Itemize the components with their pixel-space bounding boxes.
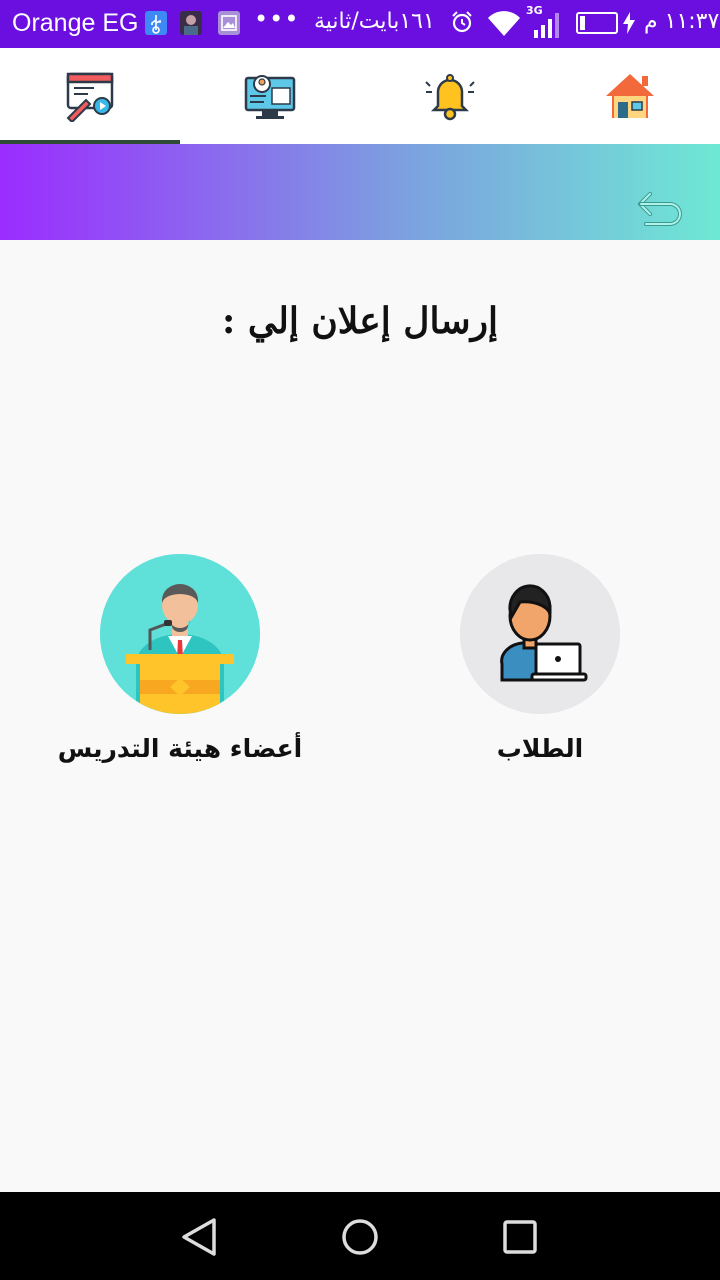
more-notifications-icon: ••• — [254, 5, 300, 33]
nav-recents-icon[interactable] — [495, 1212, 545, 1262]
tab-send-announcement[interactable] — [0, 48, 180, 144]
option-students[interactable]: الطلاب — [380, 554, 680, 784]
clock: ١١:٣٧ م — [644, 9, 720, 34]
option-staff[interactable]: أعضاء هيئة التدريس — [20, 554, 320, 784]
tab-notifications[interactable] — [360, 48, 540, 144]
battery-percentage: ١٤ — [589, 15, 605, 30]
page-title: إرسال إعلان إلي : — [222, 300, 498, 342]
battery-icon: ١٤ — [576, 12, 618, 34]
tab-user-account[interactable] — [180, 48, 360, 144]
student-laptop-icon[interactable] — [460, 554, 620, 714]
back-arrow-icon[interactable] — [636, 188, 686, 234]
home-icon — [604, 70, 656, 122]
charging-icon — [623, 12, 635, 39]
nav-home-icon[interactable] — [335, 1212, 385, 1262]
usb-icon — [145, 11, 167, 35]
status-bar: Orange EG ••• ١٦١بايت/ثانية 3G ١٤ ١١:٣٧ … — [0, 0, 720, 48]
lecturer-podium-icon[interactable] — [100, 554, 260, 714]
carrier-name: Orange EG — [12, 9, 139, 37]
bell-icon — [424, 70, 476, 122]
computer-user-icon — [244, 70, 296, 122]
top-tab-bar — [0, 48, 720, 144]
tab-home[interactable] — [540, 48, 720, 144]
network-speed: ١٦١بايت/ثانية — [314, 9, 435, 34]
page-header — [0, 144, 720, 240]
option-students-label: الطلاب — [496, 734, 584, 763]
gallery-icon — [218, 11, 240, 35]
notification-avatar-icon — [180, 11, 202, 35]
alarm-icon — [450, 10, 474, 34]
nav-back-icon[interactable] — [176, 1212, 226, 1262]
announcement-edit-icon — [64, 70, 116, 124]
signal-icon — [532, 12, 562, 38]
wifi-icon — [486, 8, 522, 38]
option-staff-label: أعضاء هيئة التدريس — [57, 734, 303, 763]
system-nav-bar — [0, 1192, 720, 1280]
